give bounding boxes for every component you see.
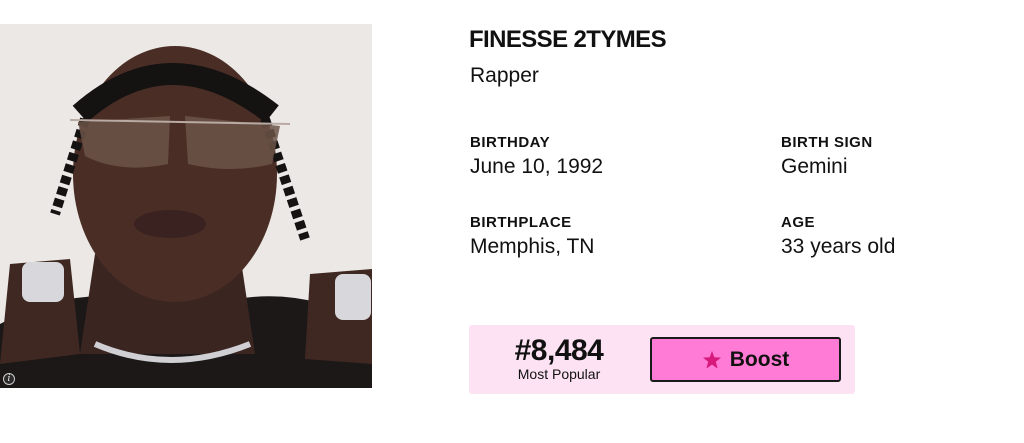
profile-profession: Rapper <box>470 64 539 87</box>
boost-label: Boost <box>729 347 790 371</box>
fact-birth-sign: BIRTH SIGN Gemini <box>781 134 873 179</box>
fact-label: BIRTHDAY <box>470 134 551 151</box>
fact-birthplace: BIRTHPLACE Memphis, TN <box>470 214 594 259</box>
star-icon <box>702 350 721 368</box>
portrait-image <box>0 24 372 388</box>
fact-label: BIRTH SIGN <box>781 134 873 151</box>
boost-button[interactable]: Boost <box>650 337 841 382</box>
fact-value[interactable]: Memphis, TN <box>470 235 594 259</box>
fact-label: AGE <box>781 214 816 231</box>
popularity-rank[interactable]: #8,484 Most Popular <box>499 334 619 383</box>
fact-birthday: BIRTHDAY June 10, 1992 <box>470 134 603 179</box>
fact-value[interactable]: June 10, 1992 <box>470 155 603 179</box>
fact-label: BIRTHPLACE <box>470 214 572 231</box>
profile-photo: i <box>0 24 372 388</box>
popularity-card: #8,484 Most Popular Boost <box>469 325 855 394</box>
fact-value: 33 years old <box>781 235 896 258</box>
info-icon[interactable]: i <box>3 373 15 385</box>
fact-age: AGE 33 years old <box>781 214 895 259</box>
fact-value[interactable]: Gemini <box>781 155 873 179</box>
rank-label: Most Popular <box>517 366 601 382</box>
rank-number: #8,484 <box>514 334 604 367</box>
profile-name: FINESSE 2TYMES <box>469 26 667 53</box>
